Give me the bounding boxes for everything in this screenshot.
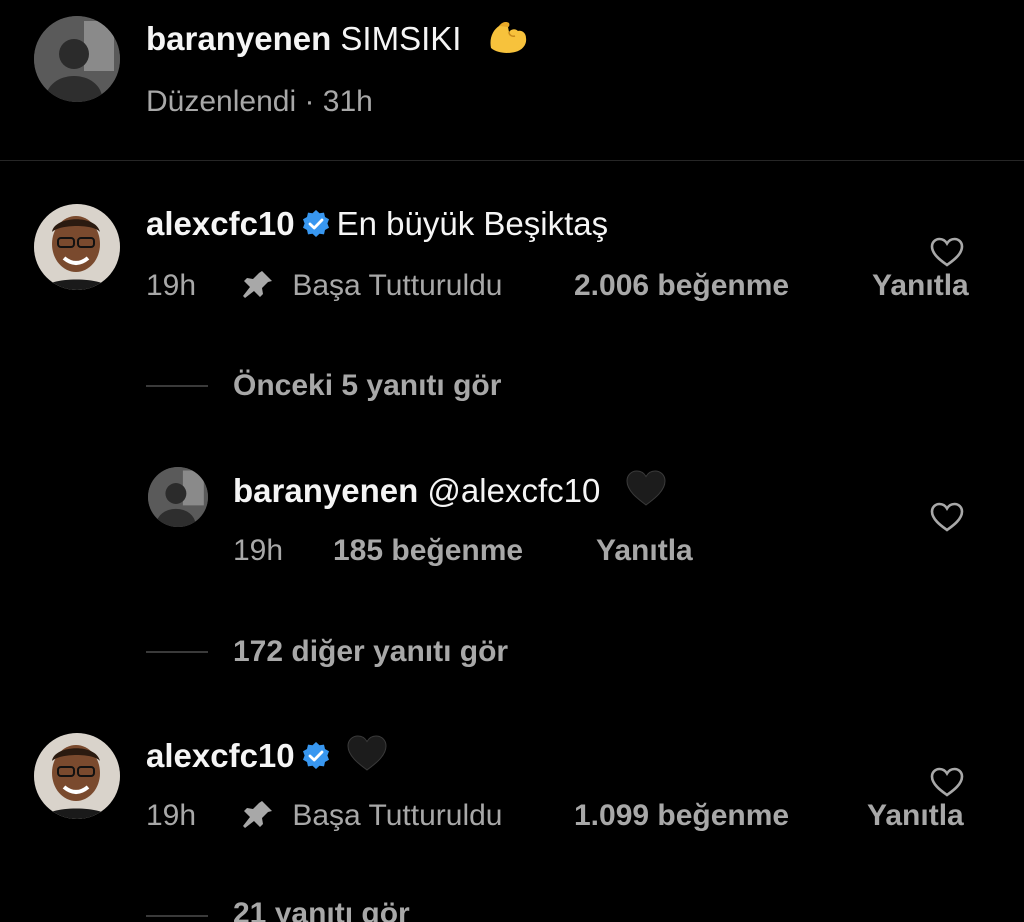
caption-text: SIMSIKI xyxy=(340,20,462,57)
verified-badge-icon xyxy=(301,740,331,770)
view-replies-label[interactable]: 21 yanıtı gör xyxy=(233,897,410,922)
avatar-image-baranyenen xyxy=(34,16,120,102)
caption-meta: Düzenlendi · 31h xyxy=(146,84,373,120)
comment-1-line: alexcfc10 En büyük Beşiktaş xyxy=(146,204,608,244)
caption-username[interactable]: baranyenen xyxy=(146,20,331,57)
reply-reply-button[interactable]: Yanıtla xyxy=(596,533,693,569)
reply-time: 19h xyxy=(233,534,284,567)
edited-label: Düzenlendi xyxy=(146,85,297,118)
pinned-label: Başa Tutturuldu xyxy=(292,269,503,302)
comment-1-reply-button[interactable]: Yanıtla xyxy=(872,268,969,304)
black-heart-icon xyxy=(624,468,668,517)
reply-label[interactable]: Yanıtla xyxy=(596,534,693,567)
reply-label[interactable]: Yanıtla xyxy=(867,799,964,832)
comment-1-pinned: Başa Tutturuldu xyxy=(240,268,502,304)
likes-count[interactable]: 2.006 beğenme xyxy=(574,269,789,302)
black-heart-icon xyxy=(345,733,389,782)
comment-3-reply-button[interactable]: Yanıtla xyxy=(867,798,964,834)
comment-avatar[interactable] xyxy=(34,204,120,290)
avatar-image-alexcfc10 xyxy=(34,204,120,290)
avatar-image-alexcfc10 xyxy=(34,733,120,819)
reply-line: baranyenen @alexcfc10 xyxy=(233,468,668,517)
view-replies-label[interactable]: 172 diğer yanıtı gör xyxy=(233,635,508,668)
pinned-label: Başa Tutturuldu xyxy=(292,799,503,832)
avatar-image-baranyenen xyxy=(148,467,208,527)
view-replies-dash xyxy=(146,915,208,917)
reply-username[interactable]: baranyenen xyxy=(233,472,418,509)
view-replies-button[interactable]: 21 yanıtı gör xyxy=(233,896,410,922)
caption-line: baranyenen SIMSIKI xyxy=(146,18,529,65)
reply-likes[interactable]: 185 beğenme xyxy=(333,533,523,569)
reply-avatar[interactable] xyxy=(148,467,208,527)
likes-count[interactable]: 185 beğenme xyxy=(333,534,523,567)
view-previous-replies-button[interactable]: Önceki 5 yanıtı gör xyxy=(233,368,501,404)
view-more-replies-button[interactable]: 172 diğer yanıtı gör xyxy=(233,634,508,670)
meta-separator: · xyxy=(304,85,315,118)
comment-1-time: 19h xyxy=(146,269,197,302)
comment-3-likes[interactable]: 1.099 beğenme xyxy=(574,798,789,834)
like-heart-icon[interactable] xyxy=(929,501,965,533)
like-heart-icon[interactable] xyxy=(929,766,965,798)
pin-icon xyxy=(240,799,274,829)
pin-icon xyxy=(240,269,274,299)
view-replies-dash xyxy=(146,385,208,387)
likes-count[interactable]: 1.099 beğenme xyxy=(574,799,789,832)
comments-screen: baranyenen SIMSIKI Düzenlendi · 31h alex… xyxy=(0,0,1024,922)
comment-3-line: alexcfc10 xyxy=(146,733,389,782)
view-replies-label[interactable]: Önceki 5 yanıtı gör xyxy=(233,369,501,402)
comment-1-likes[interactable]: 2.006 beğenme xyxy=(574,268,789,304)
comment-3-pinned: Başa Tutturuldu xyxy=(240,798,502,834)
mention-link[interactable]: @alexcfc10 xyxy=(427,472,600,509)
comment-text: En büyük Beşiktaş xyxy=(336,205,609,242)
view-replies-dash xyxy=(146,651,208,653)
like-heart-icon[interactable] xyxy=(929,236,965,268)
caption-author-avatar[interactable] xyxy=(34,16,120,102)
comment-username[interactable]: alexcfc10 xyxy=(146,205,295,242)
caption-time: 31h xyxy=(322,85,373,118)
verified-badge-icon xyxy=(301,208,331,238)
comment-avatar[interactable] xyxy=(34,733,120,819)
reply-label[interactable]: Yanıtla xyxy=(872,269,969,302)
comment-username[interactable]: alexcfc10 xyxy=(146,737,295,774)
flexed-biceps-icon xyxy=(485,18,529,65)
comment-3-time: 19h xyxy=(146,799,197,832)
caption-divider xyxy=(0,160,1024,161)
